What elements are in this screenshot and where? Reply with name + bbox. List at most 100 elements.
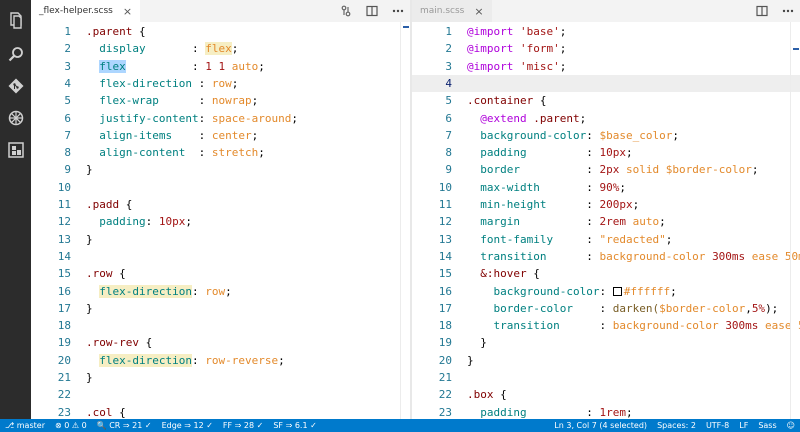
code-line[interactable]: 20} xyxy=(412,352,800,369)
line-number: 3 xyxy=(445,59,452,73)
problems-indicator[interactable]: ⊗ 0 ⚠ 0 xyxy=(50,419,92,432)
code-editor-left[interactable]: 1 .parent {2 display : flex; 3 flex : 1 1 … xyxy=(31,22,410,419)
code-token: $border-color xyxy=(659,301,746,315)
browser-compat-cr[interactable]: 🔍 CR ⇒ 21 ✓ xyxy=(92,419,157,432)
git-icon[interactable] xyxy=(6,76,25,95)
code-line[interactable]: 17} xyxy=(31,300,410,317)
code-line[interactable]: 14 xyxy=(31,248,410,265)
branch-indicator[interactable]: ⎇ master xyxy=(0,419,50,432)
code-token: nowrap xyxy=(211,94,252,108)
end-of-line[interactable]: LF xyxy=(734,419,753,432)
code-line[interactable]: 18 xyxy=(31,317,410,334)
code-line[interactable]: 10 xyxy=(31,179,410,196)
browser-compat-sf[interactable]: SF ⇒ 6.1 ✓ xyxy=(268,419,321,432)
color-swatch[interactable] xyxy=(612,286,622,296)
open-changes-icon[interactable] xyxy=(338,3,354,19)
code-line[interactable]: 19 } xyxy=(412,334,800,351)
tab-flex-helper[interactable]: _flex-helper.scss × xyxy=(31,0,141,22)
code-line[interactable]: 6 @extend .parent; xyxy=(412,110,800,127)
code-token: border xyxy=(480,163,520,177)
code-line[interactable]: 19 .row-rev { xyxy=(31,334,410,351)
code-line[interactable]: 17 border-color : darken($border-color,5… xyxy=(412,300,800,317)
code-line[interactable]: 2 @import 'form'; xyxy=(412,40,800,57)
overview-ruler-left[interactable] xyxy=(400,22,410,419)
line-code: margin : 2rem auto; xyxy=(467,213,665,230)
line-number: 12 xyxy=(57,215,71,229)
code-line[interactable]: 12 padding: 10px; xyxy=(31,213,410,230)
code-line[interactable]: 16 background-color: #ffffff; xyxy=(412,283,800,300)
code-line[interactable]: 8 align-content : stretch; xyxy=(31,144,410,161)
code-line[interactable]: 11 min-height : 200px; xyxy=(412,196,800,213)
code-line[interactable]: 13 font-family : "redacted"; xyxy=(412,231,800,248)
code-token: : xyxy=(526,405,600,419)
code-token: ; xyxy=(559,25,567,38)
code-token: : xyxy=(520,163,600,177)
code-token: : xyxy=(559,319,613,333)
code-line[interactable]: 14 transition : background-color 300ms e… xyxy=(412,248,800,265)
code-line[interactable]: 22 .box { xyxy=(412,386,800,403)
extensions-icon[interactable] xyxy=(6,140,25,159)
code-line[interactable]: 9 border : 2px solid $border-color; xyxy=(412,161,800,178)
error-count: 0 xyxy=(64,421,70,430)
code-line[interactable]: 23 padding : 1rem; xyxy=(412,404,800,419)
browser-compat-edge[interactable]: Edge ⇒ 12 ✓ xyxy=(157,419,218,432)
code-line[interactable]: 9} xyxy=(31,161,410,178)
code-line[interactable]: 7 align-items : center; xyxy=(31,127,410,144)
close-icon[interactable]: × xyxy=(474,6,483,17)
overview-ruler-right[interactable] xyxy=(790,22,800,419)
code-line[interactable]: 12 margin : 2rem auto; xyxy=(412,213,800,230)
code-line[interactable]: 1 .parent { xyxy=(31,23,410,40)
line-number: 18 xyxy=(438,319,452,333)
code-line[interactable]: 22 xyxy=(31,386,410,403)
code-token: : xyxy=(191,353,206,367)
more-actions-icon[interactable] xyxy=(780,3,796,19)
code-line[interactable]: 20 flex-direction: row-reverse; xyxy=(31,352,410,369)
code-editor-right[interactable]: 1 @import 'base'; 2 @import 'form'; 3 @import… xyxy=(412,22,800,419)
split-editor-icon[interactable] xyxy=(364,3,380,19)
code-line[interactable]: 10 max-width : 90%; xyxy=(412,179,800,196)
code-line[interactable]: 11 .padd { xyxy=(31,196,410,213)
code-line[interactable]: 21} xyxy=(31,369,410,386)
code-token: solid xyxy=(625,163,666,177)
smiley-icon[interactable]: ☺ xyxy=(782,419,800,432)
code-line[interactable]: 4 xyxy=(412,74,800,93)
code-line[interactable]: 15 .row { xyxy=(31,265,410,282)
code-line[interactable]: 3 @import 'misc'; xyxy=(412,58,800,75)
browser-compat-ff[interactable]: FF ⇒ 28 ✓ xyxy=(218,419,268,432)
code-line[interactable]: 2 display : flex; xyxy=(31,40,410,57)
code-line[interactable]: 16 flex-direction: row; xyxy=(31,283,410,300)
code-line[interactable]: 5 .container { xyxy=(412,92,800,109)
cursor-position[interactable]: Ln 3, Col 7 (4 selected) xyxy=(549,419,652,432)
code-token: : xyxy=(191,284,206,298)
code-line[interactable]: 6 justify-content: space-around; xyxy=(31,110,410,127)
code-line[interactable]: 15 &:hover { xyxy=(412,265,800,282)
code-line[interactable]: 23 .col { xyxy=(31,404,410,419)
line-code: flex-direction: row-reverse; xyxy=(86,352,285,369)
code-line[interactable]: 3 flex : 1 1 auto; xyxy=(31,58,410,75)
indentation[interactable]: Spaces: 2 xyxy=(652,419,701,432)
code-token: space-around xyxy=(211,111,292,125)
line-number: 15 xyxy=(57,267,71,281)
search-icon[interactable] xyxy=(6,44,25,63)
code-line[interactable]: 21 xyxy=(412,369,800,386)
code-line[interactable]: 18 transition : background-color 300ms e… xyxy=(412,317,800,334)
code-line[interactable]: 5 flex-wrap : nowrap; xyxy=(31,92,410,109)
code-line[interactable]: 7 background-color: $base_color; xyxy=(412,127,800,144)
files-icon[interactable] xyxy=(6,11,25,30)
code-token: : xyxy=(553,232,600,246)
language-mode[interactable]: Sass xyxy=(753,419,781,432)
more-actions-icon[interactable] xyxy=(390,3,406,19)
code-line[interactable]: 13} xyxy=(31,231,410,248)
split-editor-icon[interactable] xyxy=(754,3,770,19)
debug-icon[interactable] xyxy=(6,108,25,127)
tab-main-scss[interactable]: main.scss × xyxy=(412,0,492,22)
encoding[interactable]: UTF-8 xyxy=(701,419,734,432)
code-line[interactable]: 8 padding : 10px; xyxy=(412,144,800,161)
code-line[interactable]: 4 flex-direction : row; xyxy=(31,75,410,92)
code-line[interactable]: 1 @import 'base'; xyxy=(412,23,800,40)
close-icon[interactable]: × xyxy=(123,6,132,17)
code-token: ; xyxy=(231,42,239,56)
